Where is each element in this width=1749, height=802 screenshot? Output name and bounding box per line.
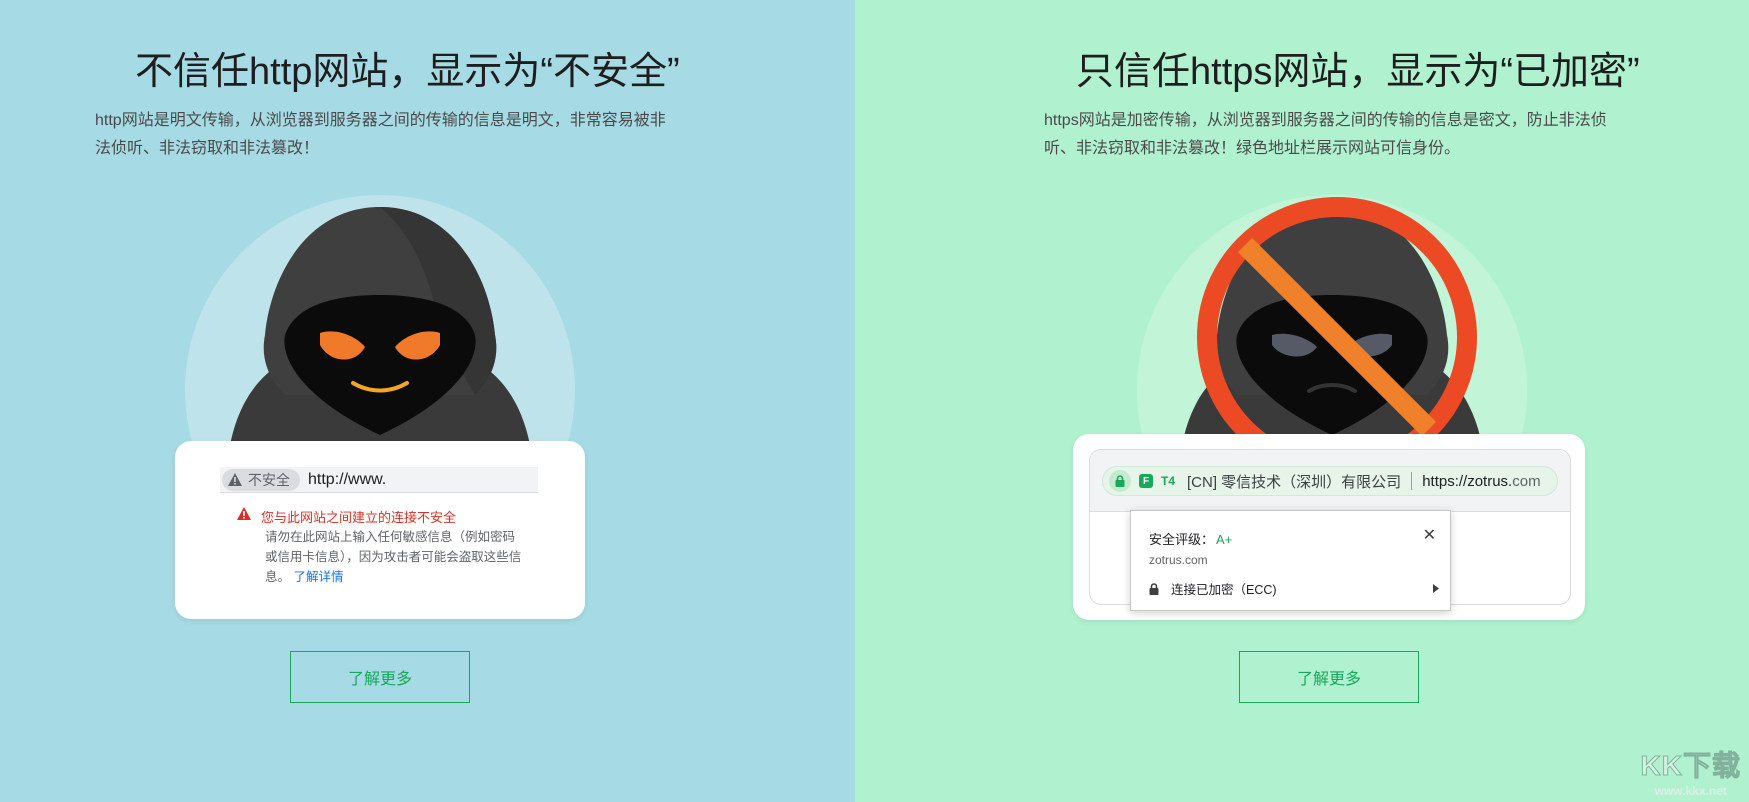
right-panel: 只信任https网站，显示为“已加密” https网站是加密传输，从浏览器到服务… — [855, 0, 1749, 802]
rating-label: 安全评级： — [1149, 532, 1215, 547]
address-separator — [1411, 472, 1413, 490]
hacker-illustration — [185, 195, 575, 445]
t4-badge-icon: T4 — [1161, 474, 1176, 488]
left-description: http网站是明文传输，从浏览器到服务器之间的传输的信息是明文，非常容易被非法侦… — [95, 112, 666, 157]
security-rating: 安全评级： A+ — [1149, 529, 1232, 548]
address-url-secure: https://zotrus.com — [1422, 472, 1541, 490]
close-icon[interactable]: ✕ — [1423, 525, 1436, 545]
insecure-address-bar[interactable]: 不安全 http://www. — [220, 467, 538, 493]
not-secure-chip[interactable]: 不安全 — [222, 468, 300, 491]
chevron-right-icon — [1433, 584, 1439, 593]
popup-domain: zotrus.com — [1149, 553, 1208, 567]
secure-address-bar[interactable]: F T4 [CN] 零信技术（深圳）有限公司 https://zotrus.co… — [1102, 466, 1558, 496]
browser-toolbar: F T4 [CN] 零信技术（深圳）有限公司 https://zotrus.co… — [1090, 450, 1570, 512]
warning-title: 您与此网站之间建立的连接不安全 — [261, 510, 457, 525]
left-browser-card: 不安全 http://www. 您与此网站之间建立的连接不安全 请勿在此网站上输… — [175, 441, 585, 619]
right-description: https网站是加密传输，从浏览器到服务器之间的传输的信息是密文，防止非法侦听、… — [1044, 112, 1607, 157]
not-secure-label: 不安全 — [248, 471, 290, 488]
connection-encrypted-row[interactable]: 连接已加密（ECC) — [1149, 579, 1439, 598]
browser-frame: F T4 [CN] 零信技术（深圳）有限公司 https://zotrus.co… — [1089, 449, 1571, 611]
learn-more-button-left[interactable]: 了解更多 — [290, 651, 470, 703]
left-title: 不信任http网站，显示为“不安全” — [135, 51, 680, 93]
blocked-hacker-illustration — [1137, 195, 1527, 445]
lock-icon — [1115, 475, 1125, 487]
warning-body: 请勿在此网站上输入任何敏感信息（例如密码或信用卡信息），因为攻击者可能会盗取这些… — [265, 527, 527, 587]
f-badge-icon: F — [1139, 474, 1153, 488]
right-title: 只信任https网站，显示为“已加密” — [1076, 51, 1640, 93]
watermark-url: www.kkx.net — [1654, 784, 1727, 798]
address-url-insecure: http://www. — [308, 470, 387, 488]
watermark-logo: KK下载 — [1640, 750, 1741, 782]
organization-name: [CN] 零信技术（深圳）有限公司 — [1187, 473, 1402, 491]
lock-icon — [1149, 582, 1159, 595]
learn-details-link[interactable]: 了解详情 — [294, 570, 344, 584]
secure-lock-chip[interactable] — [1109, 470, 1131, 492]
connection-encrypted-label: 连接已加密（ECC) — [1171, 583, 1277, 597]
rating-grade: A+ — [1216, 532, 1233, 547]
right-browser-card: F T4 [CN] 零信技术（深圳）有限公司 https://zotrus.co… — [1073, 434, 1585, 620]
insecure-warning: 您与此网站之间建立的连接不安全 — [237, 507, 456, 526]
left-panel: 不信任http网站，显示为“不安全” http网站是明文传输，从浏览器到服务器之… — [0, 0, 855, 802]
warning-triangle-icon — [237, 507, 251, 520]
learn-more-button-right[interactable]: 了解更多 — [1239, 651, 1419, 703]
watermark: KK下载 www.kkx.net — [1640, 744, 1741, 799]
site-info-popup: 安全评级： A+ zotrus.com ✕ 连接已加密（ECC) — [1130, 510, 1451, 611]
warning-triangle-icon — [228, 473, 242, 486]
